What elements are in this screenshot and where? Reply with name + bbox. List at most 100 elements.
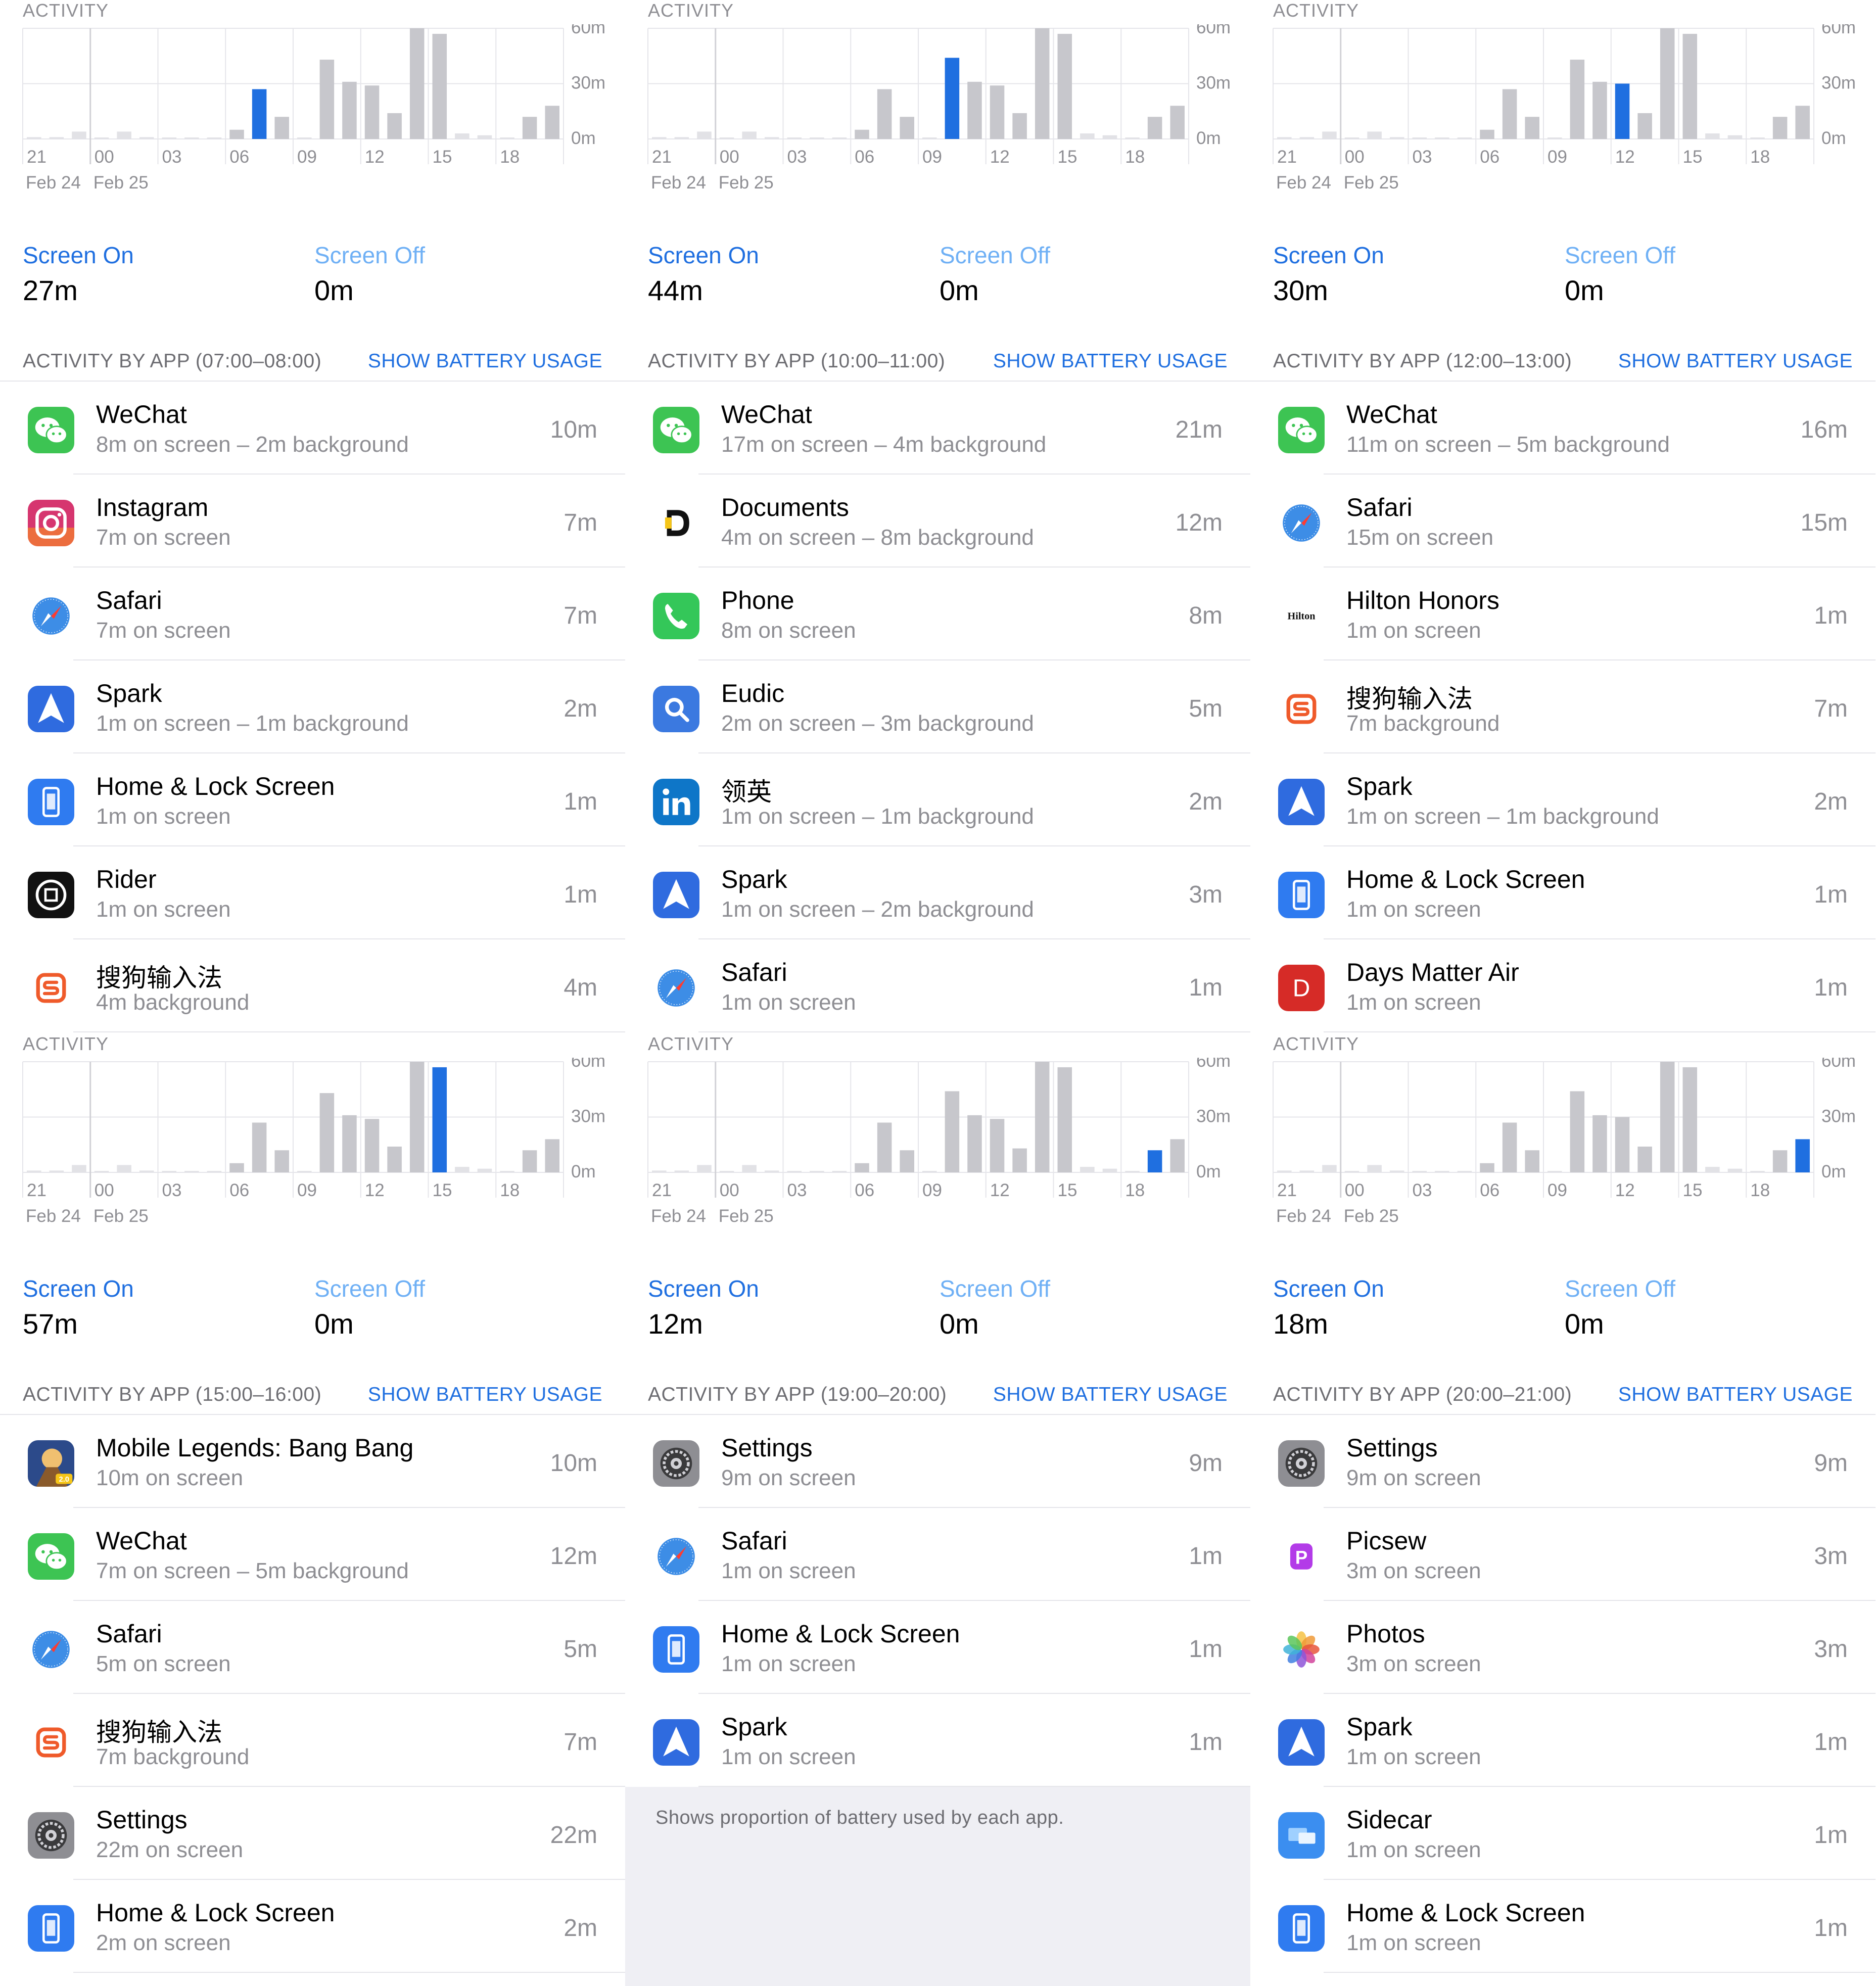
chart-bar — [455, 1167, 470, 1172]
app-row[interactable]: WeChat 8m on screen – 2m background 10m — [0, 382, 625, 475]
x-tick-label: 21 — [652, 1180, 672, 1200]
app-row[interactable]: Spark 1m on screen – 2m background 3m — [625, 846, 1250, 939]
chart-bar — [990, 1119, 1005, 1172]
screen-off-value: 0m — [314, 1308, 354, 1340]
app-usage-detail: 7m background — [1346, 711, 1500, 736]
x-tick-label: 21 — [27, 147, 46, 167]
settings-icon — [653, 1440, 699, 1487]
app-name: Spark — [1346, 772, 1413, 800]
app-row[interactable]: WeChat 7m on screen – 5m background 12m — [0, 1508, 625, 1601]
app-row[interactable]: Hilton Hilton Honors 1m on screen 1m — [1250, 568, 1875, 660]
app-row[interactable]: Settings 22m on screen 22m — [0, 1787, 625, 1880]
app-usage-detail: 1m on screen — [1346, 618, 1481, 643]
x-tick-label: 06 — [1480, 147, 1499, 167]
app-row[interactable]: Safari 7m on screen 7m — [0, 568, 625, 660]
chart-bar — [1147, 117, 1162, 139]
app-row[interactable]: D Days Matter Air 1m on screen 1m — [1250, 939, 1875, 1032]
chart-bar — [117, 131, 131, 139]
app-row[interactable]: WeChat 17m on screen – 4m background 21m — [625, 382, 1250, 475]
sogou-icon — [1278, 686, 1325, 732]
app-row[interactable]: WeChat 11m on screen – 5m background 16m — [1250, 382, 1875, 475]
app-row[interactable]: Eudic 2m on screen – 3m background 5m — [625, 660, 1250, 753]
mobile-legends-icon: 2.0 — [28, 1440, 74, 1487]
row-divider — [73, 1972, 625, 1973]
screen-time-panel: ACTIVITY 60m 30m 0m 21 00 03 06 09 12 15 18 Feb 24 Fe… — [1250, 0, 1875, 1033]
y-tick-label: 0m — [571, 1162, 596, 1181]
y-tick-label: 30m — [1821, 73, 1856, 93]
chart-bar — [319, 60, 335, 139]
screen-on-label: Screen On — [23, 1275, 134, 1302]
app-row[interactable]: Home & Lock Screen 1m on screen 1m — [625, 1601, 1250, 1694]
show-battery-usage-link[interactable]: SHOW BATTERY USAGE — [368, 1384, 602, 1406]
app-row[interactable]: 搜狗输入法 7m background 7m — [0, 1694, 625, 1787]
app-row[interactable]: Home & Lock Screen 1m on screen 1m — [1250, 1880, 1875, 1973]
chart-bar — [1457, 1171, 1472, 1172]
chart-bar — [697, 1165, 712, 1172]
chart-bar — [252, 89, 267, 139]
app-usage-detail: 7m background — [96, 1744, 250, 1769]
chart-bar — [1795, 106, 1810, 139]
show-battery-usage-link[interactable]: SHOW BATTERY USAGE — [993, 1384, 1228, 1406]
chart-bar — [1750, 137, 1765, 139]
app-row[interactable]: Settings 9m on screen 9m — [1250, 1415, 1875, 1508]
chart-bar — [1412, 137, 1427, 139]
app-row[interactable]: P Picsew 3m on screen 3m — [1250, 1508, 1875, 1601]
app-usage-total: 22m — [550, 1822, 597, 1849]
app-usage-detail: 3m on screen — [1346, 1651, 1481, 1676]
app-row[interactable]: Safari 5m on screen 5m — [0, 1601, 625, 1694]
app-row[interactable]: Instagram 7m on screen 7m — [0, 475, 625, 568]
app-row[interactable]: Documents 4m on screen – 8m background 12m — [625, 475, 1250, 568]
show-battery-usage-link[interactable]: SHOW BATTERY USAGE — [1618, 1384, 1853, 1406]
app-usage-total: 1m — [1814, 881, 1848, 908]
app-usage-detail: 2m on screen – 3m background — [721, 711, 1034, 736]
app-usage-total: 12m — [550, 1543, 597, 1570]
chart-bar — [1525, 1150, 1539, 1172]
linkedin-icon — [653, 779, 699, 825]
screen-on-value: 27m — [23, 274, 78, 306]
app-row[interactable]: 2.0 Mobile Legends: Bang Bang 10m on scree… — [0, 1415, 625, 1508]
app-row[interactable]: Photos 3m on screen 3m — [1250, 1601, 1875, 1694]
app-row[interactable]: 搜狗输入法 7m background 7m — [1250, 660, 1875, 753]
app-row[interactable]: Home & Lock Screen 1m on screen 1m — [0, 753, 625, 846]
chart-bar — [900, 117, 914, 139]
app-row[interactable]: Home & Lock Screen 1m on screen 1m — [1250, 846, 1875, 939]
activity-title: ACTIVITY — [648, 1033, 734, 1054]
app-row[interactable]: Spark 1m on screen – 1m background 2m — [0, 660, 625, 753]
chart-bar — [742, 131, 757, 139]
app-row[interactable]: Sidecar 1m on screen 1m — [1250, 1787, 1875, 1880]
app-usage-total: 7m — [564, 509, 597, 536]
app-row[interactable]: 搜狗输入法 4m background 4m — [0, 939, 625, 1032]
app-usage-detail: 11m on screen – 5m background — [1346, 432, 1670, 457]
app-name: Home & Lock Screen — [96, 1899, 335, 1927]
x-tick-label: 03 — [787, 147, 807, 167]
activity-title: ACTIVITY — [648, 0, 734, 21]
app-row[interactable]: Spark 1m on screen – 1m background 2m — [1250, 753, 1875, 846]
app-row[interactable]: 领英 1m on screen – 1m background 2m — [625, 753, 1250, 846]
x-tick-label: 12 — [990, 1180, 1010, 1200]
chart-bar — [1012, 1148, 1027, 1172]
date-label: Feb 25 — [719, 1206, 774, 1226]
x-tick-label: 03 — [1413, 1180, 1432, 1200]
chart-bar — [477, 1168, 492, 1172]
safari-icon — [28, 1626, 74, 1673]
app-usage-total: 5m — [1189, 695, 1223, 722]
app-row[interactable]: Safari 1m on screen 1m — [625, 939, 1250, 1032]
activity-chart: 60m 30m 0m 21 00 03 06 09 12 15 18 Feb 24 Feb 25 — [22, 24, 605, 193]
show-battery-usage-link[interactable]: SHOW BATTERY USAGE — [993, 350, 1228, 372]
app-usage-detail: 7m on screen – 5m background — [96, 1558, 409, 1583]
app-row[interactable]: Rider 1m on screen 1m — [0, 846, 625, 939]
app-row[interactable]: Settings 9m on screen 9m — [625, 1415, 1250, 1508]
show-battery-usage-link[interactable]: SHOW BATTERY USAGE — [368, 350, 602, 372]
app-row[interactable]: Phone 8m on screen 8m — [625, 568, 1250, 660]
y-tick-label: 60m — [571, 1058, 605, 1071]
x-tick-label: 21 — [1277, 1180, 1297, 1200]
app-row[interactable]: Spark 1m on screen 1m — [1250, 1694, 1875, 1787]
app-row[interactable]: Safari 1m on screen 1m — [625, 1508, 1250, 1601]
app-row[interactable]: Safari 15m on screen 15m — [1250, 475, 1875, 568]
x-tick-label: 00 — [1345, 147, 1365, 167]
show-battery-usage-link[interactable]: SHOW BATTERY USAGE — [1618, 350, 1853, 372]
date-label: Feb 25 — [1344, 1206, 1399, 1226]
app-row[interactable]: Home & Lock Screen 2m on screen 2m — [0, 1880, 625, 1973]
app-row[interactable]: Spark 1m on screen 1m — [625, 1694, 1250, 1787]
x-tick-label: 06 — [855, 1180, 874, 1200]
